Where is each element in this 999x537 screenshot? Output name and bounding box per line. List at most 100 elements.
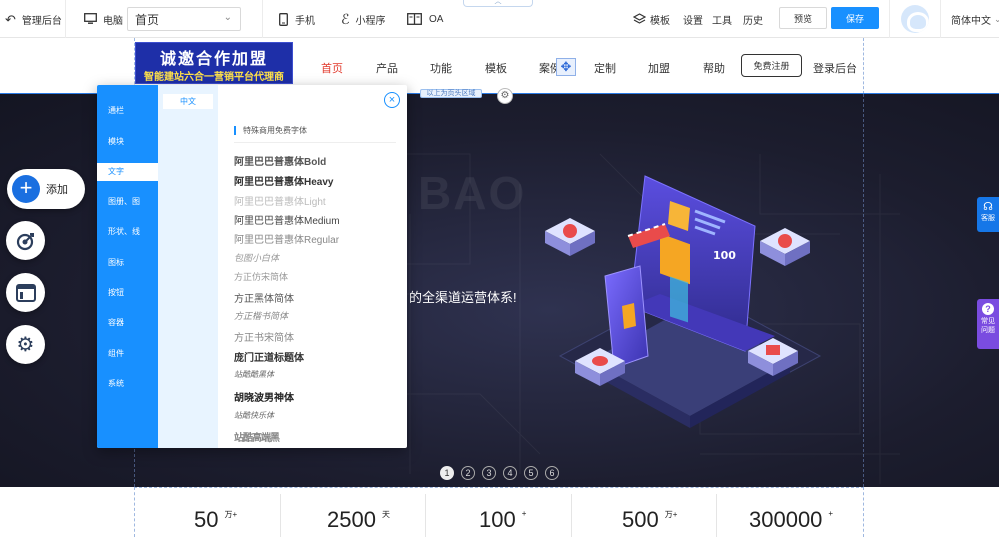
category-list: 通栏 模块 文字 图册、图 形状、线 图标 按钮 容器 组件 系统 [97,85,158,448]
nav-features[interactable]: 功能 [430,60,452,76]
site-logo[interactable]: 诚邀合作加盟 智能建站六合一营销平台代理商 [135,42,293,84]
headset-icon: ☊ [983,201,993,213]
preview-button[interactable]: 预览 [779,7,827,29]
category-gallery[interactable]: 图册、图 [97,193,158,211]
font-item[interactable]: 阿里巴巴普惠体Bold [234,153,326,168]
header-settings-gear-icon[interactable]: ⚙ [497,88,513,104]
floating-cube-left [545,218,595,256]
close-icon[interactable]: × [384,92,400,108]
stats-guide-left [134,487,135,537]
save-label: 保存 [845,13,864,24]
back-arrow-icon: ↶ [5,11,16,27]
page-dot-2[interactable]: 2 [461,466,475,480]
floating-cube-right-top [760,228,810,266]
stat-unit: + [828,509,834,518]
stat-value: 300000 [749,507,823,532]
font-item[interactable]: 阿里巴巴普惠体Heavy [234,173,333,188]
stat-item: 300000 + [749,507,833,533]
collapse-toolbar-tab[interactable]: ︿ [463,0,533,7]
font-item[interactable]: 阿里巴巴普惠体Light [234,193,326,208]
layout-tool-button[interactable] [6,273,45,312]
miniprogram-label: 小程序 [355,15,386,27]
faq-tab[interactable]: ? 常见问题 [977,299,999,349]
logo-subtitle: 智能建站六合一营销平台代理商 [144,72,284,83]
font-item[interactable]: 站酷快乐体 [234,410,274,421]
font-item[interactable]: 方正仿宋简体 [234,270,288,283]
stat-unit: + [521,509,527,518]
move-icon[interactable]: ✥ [556,58,576,76]
stat-value: 100 [479,507,516,532]
desktop-label: 电脑 [103,15,123,27]
nav-custom[interactable]: 定制 [594,60,616,76]
settings-button[interactable]: 设置 [683,0,703,38]
font-item[interactable]: 站酷酷黑体 [234,369,274,380]
mobile-view-button[interactable]: 手机 [279,0,315,38]
font-item[interactable]: 阿里巴巴普惠体Medium [234,212,340,227]
oa-view-button[interactable]: OA [407,0,443,38]
nav-login[interactable]: 登录后台 [813,60,857,76]
preview-label: 预览 [793,13,812,24]
page-dot-5[interactable]: 5 [524,466,538,480]
category-components[interactable]: 组件 [97,345,158,363]
font-item[interactable]: 方正楷书简体 [234,309,288,322]
history-label: 历史 [743,15,763,27]
page-dot-1[interactable]: 1 [440,466,454,480]
font-section-title: 特殊商用免费字体 [234,126,307,135]
oa-label: OA [429,13,444,25]
page-dot-3[interactable]: 3 [482,466,496,480]
category-icons[interactable]: 图标 [97,254,158,272]
chevron-up-icon: ︿ [494,0,502,5]
settings-tool-button[interactable]: ⚙ [6,325,45,364]
page-select[interactable]: 首页 ⌄ [127,7,241,31]
register-label: 免费注册 [753,61,790,71]
category-banner[interactable]: 通栏 [97,102,158,120]
banner-pagination: 1 2 3 4 5 6 [440,466,566,480]
content-guide-right [863,38,864,94]
stats-guide-top [134,487,864,488]
category-module[interactable]: 模块 [97,133,158,151]
subtab-chinese[interactable]: 中文 [163,94,213,109]
customer-service-tab[interactable]: ☊ 客服 [977,197,999,232]
category-containers[interactable]: 容器 [97,314,158,332]
target-tool-button[interactable] [6,221,45,260]
layers-icon [633,13,646,24]
tools-button[interactable]: 工具 [712,0,732,38]
stat-item: 2500 天 [327,507,390,533]
nav-join[interactable]: 加盟 [648,60,670,76]
font-item[interactable]: 站酷高端黑 [234,429,280,444]
miniprogram-view-button[interactable]: ℰ 小程序 [341,0,385,38]
nav-home[interactable]: 首页 [321,60,343,76]
font-item[interactable]: 胡晓波男神体 [234,389,294,404]
font-item[interactable]: 包图小白体 [234,251,279,264]
template-button[interactable]: 模板 [633,0,670,38]
category-system[interactable]: 系统 [97,375,158,393]
category-buttons[interactable]: 按钮 [97,284,158,302]
nav-products[interactable]: 产品 [376,60,398,76]
category-shapes[interactable]: 形状、线 [97,223,158,241]
window-layout-icon [15,283,36,302]
save-button[interactable]: 保存 [831,7,879,29]
nav-help[interactable]: 帮助 [703,60,725,76]
stat-item: 50 万+ [194,507,237,533]
nav-templates[interactable]: 模板 [485,60,507,76]
illustration-badge: 100 [713,249,736,262]
free-register-button[interactable]: 免费注册 [741,54,802,77]
page-dot-4[interactable]: 4 [503,466,517,480]
section-divider [234,142,396,143]
add-element-button[interactable]: + 添加 [7,169,85,209]
language-select[interactable]: 简体中文 ⌄ [951,0,999,38]
avatar[interactable] [901,5,929,33]
desktop-view-button[interactable]: 电脑 [84,0,123,38]
font-item[interactable]: 阿里巴巴普惠体Regular [234,231,339,246]
history-button[interactable]: 历史 [743,0,763,38]
font-item[interactable]: 庞门正道标题体 [234,349,304,364]
font-item[interactable]: 方正黑体简体 [234,290,294,305]
phone-icon [279,12,288,26]
element-panel: 通栏 模块 文字 图册、图 形状、线 图标 按钮 容器 组件 系统 中文 × 特… [97,85,407,448]
stat-divider [716,494,717,537]
back-to-admin-button[interactable]: ↶ 管理后台 [5,0,62,38]
subcategory-list: 中文 [158,85,218,448]
category-text[interactable]: 文字 [97,163,158,181]
page-dot-6[interactable]: 6 [545,466,559,480]
font-item[interactable]: 方正书宋简体 [234,329,294,344]
